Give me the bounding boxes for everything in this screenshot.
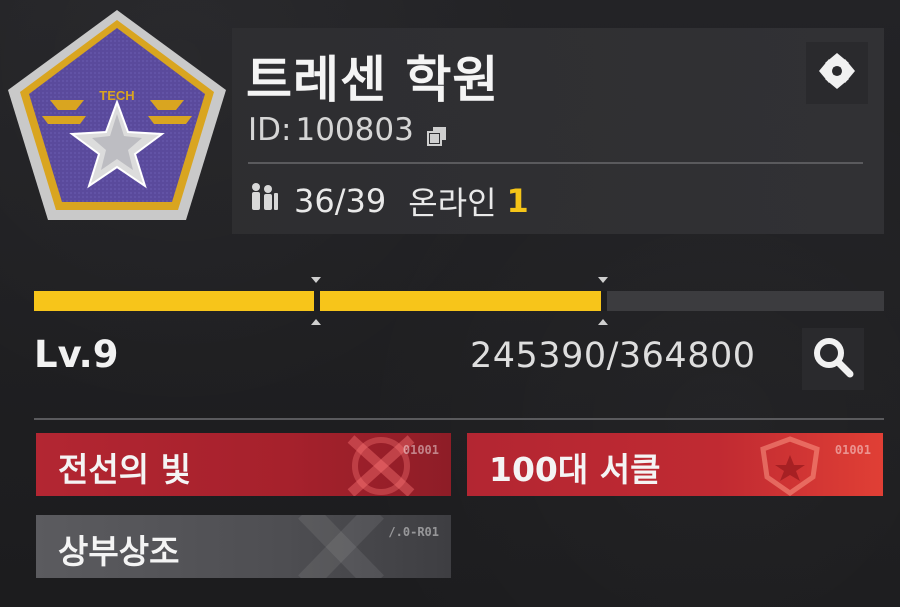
tag-code: /.0-R01 [388,525,439,539]
members-row: 36/39 온라인 1 [246,178,529,224]
xp-milestone-marker [598,277,608,325]
club-id-value: 100803 [295,112,414,148]
club-name: 트레센 학원 [246,51,500,109]
members-icon [246,181,280,221]
star-shield-icon [755,435,825,496]
emblem-text: TECH [99,88,134,103]
tag-mutual-aid[interactable]: 상부상조 /.0-R01 [36,515,451,578]
search-button[interactable] [802,328,864,390]
xp-text: 245390/364800 [470,336,756,376]
tag-code: 01001 [834,443,871,457]
tag-label: 100대 서클 [489,450,661,489]
tag-label: 전선의 빛 [58,450,191,489]
copy-icon[interactable] [426,119,448,146]
header-divider [248,162,863,164]
tag-frontline-light[interactable]: 전선의 빛 01001 [36,433,451,496]
level-label: Lv.9 [34,333,119,376]
xp-progress-bar [34,277,884,325]
tag-top-100-circle[interactable]: 100대 서클 01001 [467,433,883,496]
tag-label: 상부상조 [58,532,180,571]
members-count: 36/39 [294,182,387,220]
xp-milestone-marker [311,277,321,325]
settings-button[interactable] [806,42,868,104]
club-id-row: ID: 100803 [248,112,448,148]
online-count: 1 [506,182,529,220]
section-divider [34,418,884,420]
settings-icon [815,49,859,97]
online-label: 온라인 [408,184,497,222]
tag-code: 01001 [402,443,439,457]
club-emblem: TECH [2,4,232,226]
club-id-label: ID: [248,112,292,148]
search-icon [810,334,856,384]
